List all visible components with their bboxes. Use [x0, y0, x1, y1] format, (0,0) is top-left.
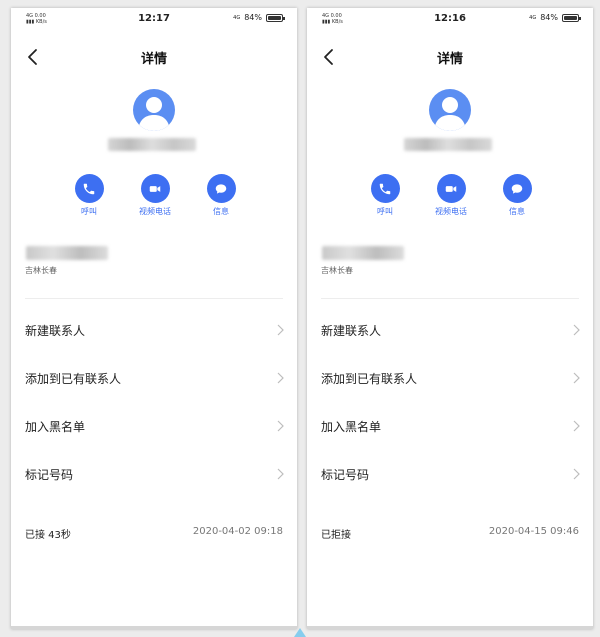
video-camera-icon: [436, 174, 466, 203]
call-label: 呼叫: [377, 207, 393, 216]
network-label: 4G: [529, 14, 537, 21]
avatar: [133, 89, 175, 131]
chevron-right-icon: [277, 468, 284, 480]
message-label: 信息: [213, 207, 229, 216]
divider: [321, 298, 579, 299]
call-datetime: 2020-04-15 09:46: [488, 526, 579, 537]
battery-percent: 84%: [540, 13, 558, 22]
number-redacted: [322, 246, 404, 260]
call-state: 已拒接: [321, 530, 351, 541]
options-menu: 新建联系人 添加到已有联系人 加入黑名单 标记号码: [307, 306, 593, 498]
menu-item-label: 标记号码: [25, 467, 74, 482]
menu-item-label: 加入黑名单: [321, 419, 382, 434]
call-button[interactable]: 呼叫: [59, 174, 119, 217]
chevron-right-icon: [573, 372, 580, 384]
battery-icon: [266, 13, 285, 22]
page-title: 详情: [140, 52, 167, 67]
page-header: 详情: [11, 46, 297, 70]
phone-icon: [370, 174, 400, 203]
message-bubble-icon: [206, 174, 236, 203]
call-record: 已接 43秒 2020-04-02 09:18: [25, 526, 283, 542]
status-bar: 4G 0.00 ▮▮▮ KB/s 12:17 4G 84%: [11, 8, 297, 30]
menu-item-new-contact[interactable]: 新建联系人: [11, 306, 297, 354]
menu-item-label: 添加到已有联系人: [321, 371, 418, 386]
chevron-right-icon: [573, 468, 580, 480]
video-call-label: 视频电话: [139, 207, 171, 216]
detail-screen-right: 4G 0.00 ▮▮▮ KB/s 12:16 4G 84% 详情 呼叫 视频电话…: [307, 8, 593, 629]
menu-item-label: 新建联系人: [25, 323, 86, 338]
triangle-marker-icon: [294, 628, 306, 637]
status-bar: 4G 0.00 ▮▮▮ KB/s 12:16 4G 84%: [307, 8, 593, 30]
action-row: 呼叫 视频电话 信息: [307, 174, 593, 224]
chevron-right-icon: [573, 420, 580, 432]
person-icon: [138, 97, 170, 131]
battery-percent: 84%: [244, 13, 262, 22]
video-call-button[interactable]: 视频电话: [421, 174, 481, 217]
menu-item-label: 添加到已有联系人: [25, 371, 122, 386]
menu-item-add-to-existing[interactable]: 添加到已有联系人: [307, 354, 593, 402]
number-location: 吉林长春: [321, 266, 353, 275]
chevron-right-icon: [277, 372, 284, 384]
call-label: 呼叫: [81, 207, 97, 216]
phone-icon: [74, 174, 104, 203]
menu-item-mark-number[interactable]: 标记号码: [307, 450, 593, 498]
chevron-right-icon: [277, 420, 284, 432]
menu-item-label: 加入黑名单: [25, 419, 86, 434]
action-row: 呼叫 视频电话 信息: [11, 174, 297, 224]
call-datetime: 2020-04-02 09:18: [192, 526, 283, 537]
bottom-edge: [11, 626, 297, 629]
menu-item-label: 新建联系人: [321, 323, 382, 338]
contact-number-redacted: [404, 138, 492, 151]
message-button[interactable]: 信息: [487, 174, 547, 217]
detail-screen-left: 4G 0.00 ▮▮▮ KB/s 12:17 4G 84% 详情 呼叫 视频电话…: [11, 8, 297, 629]
video-call-button[interactable]: 视频电话: [125, 174, 185, 217]
battery-icon: [562, 13, 581, 22]
video-call-label: 视频电话: [435, 207, 467, 216]
menu-item-new-contact[interactable]: 新建联系人: [307, 306, 593, 354]
divider: [25, 298, 283, 299]
bottom-edge: [307, 626, 593, 629]
call-state: 已接 43秒: [25, 530, 71, 541]
menu-item-mark-number[interactable]: 标记号码: [11, 450, 297, 498]
contact-number-redacted: [108, 138, 196, 151]
options-menu: 新建联系人 添加到已有联系人 加入黑名单 标记号码: [11, 306, 297, 498]
menu-item-add-to-existing[interactable]: 添加到已有联系人: [11, 354, 297, 402]
person-icon: [434, 97, 466, 131]
message-label: 信息: [509, 207, 525, 216]
network-label: 4G: [233, 14, 241, 21]
menu-item-blacklist[interactable]: 加入黑名单: [11, 402, 297, 450]
page-header: 详情: [307, 46, 593, 70]
menu-item-blacklist[interactable]: 加入黑名单: [307, 402, 593, 450]
menu-item-label: 标记号码: [321, 467, 370, 482]
message-button[interactable]: 信息: [191, 174, 251, 217]
page-title: 详情: [436, 52, 463, 67]
video-camera-icon: [140, 174, 170, 203]
call-record: 已拒接 2020-04-15 09:46: [321, 526, 579, 542]
number-redacted: [26, 246, 108, 260]
avatar: [429, 89, 471, 131]
chevron-right-icon: [573, 324, 580, 336]
number-location: 吉林长春: [25, 266, 57, 275]
chevron-right-icon: [277, 324, 284, 336]
message-bubble-icon: [502, 174, 532, 203]
call-button[interactable]: 呼叫: [355, 174, 415, 217]
